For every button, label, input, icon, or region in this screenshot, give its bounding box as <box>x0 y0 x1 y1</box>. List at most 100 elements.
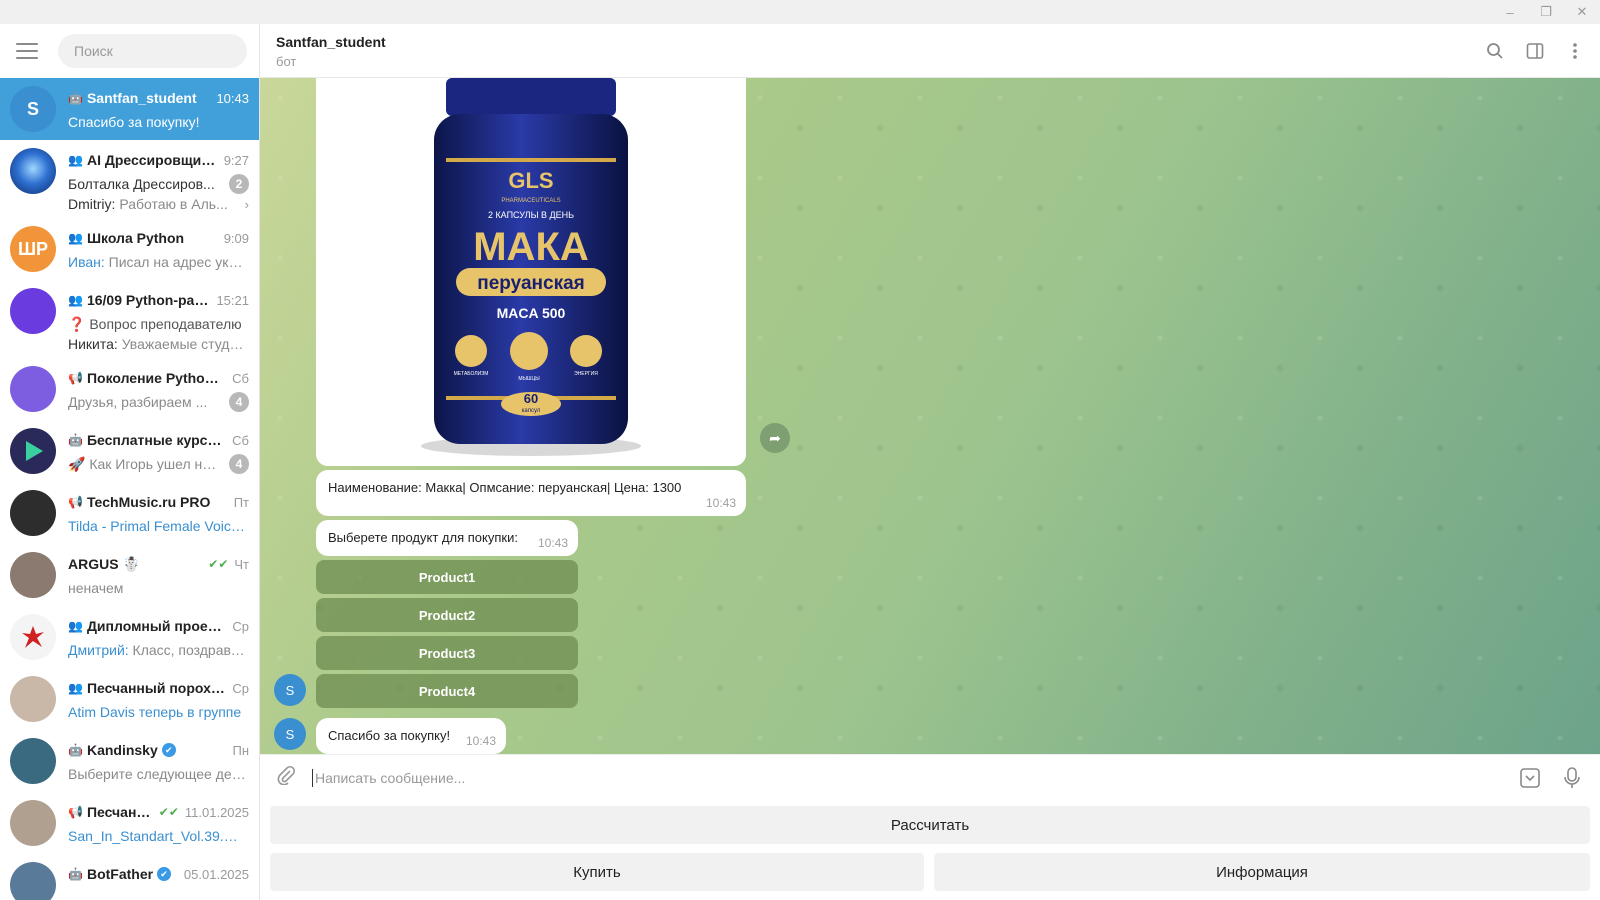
channel-icon: 📢 <box>68 371 83 385</box>
inline-button-product1[interactable]: Product1 <box>316 560 578 594</box>
chat-time: 15:21 <box>216 292 249 308</box>
bot-keyboard-toggle-icon[interactable] <box>1518 766 1542 790</box>
chat-item-generation-python[interactable]: 📢 Поколение Python 🐍 Сб Друзья, разбирае… <box>0 358 259 420</box>
chat-last-message: Класс, поздравля... <box>132 642 249 658</box>
chat-name: Kandinsky <box>86 742 158 758</box>
chat-topic: ❓ Вопрос преподавателю <box>68 315 242 332</box>
window-title-bar: – ❐ ✕ <box>0 0 1600 24</box>
message-sender: Дмитрий: <box>68 642 129 658</box>
chat-item-sand-powder[interactable]: 👥 Песчанный порох С... Ср Atim Davis теп… <box>0 668 259 730</box>
minimize-button[interactable]: – <box>1492 0 1528 24</box>
read-checkmarks-icon: ✔✔ <box>158 805 179 819</box>
count-text: 60 <box>524 391 538 406</box>
microphone-icon[interactable] <box>1560 766 1584 790</box>
avatar: S <box>10 86 56 132</box>
avatar <box>10 614 56 660</box>
chat-name: Santfan_student <box>86 90 197 106</box>
avatar <box>10 428 56 474</box>
chat-item-santfan-student[interactable]: S 🤖 Santfan_student 10:43 Спасибо за пок… <box>0 78 259 140</box>
sender-avatar[interactable]: S <box>274 718 306 750</box>
chat-time: Пт <box>233 494 249 510</box>
message-input[interactable]: Написать сообщение... <box>312 768 1500 787</box>
sender-avatar[interactable]: S <box>274 674 306 706</box>
avatar <box>10 738 56 784</box>
chat-time: Ср <box>232 680 249 696</box>
product-subtitle-text: перуанская <box>477 273 585 294</box>
icon-label-energy: ЭНЕРГИЯ <box>574 371 598 377</box>
chat-item-kandinsky[interactable]: 🤖 Kandinsky ✔ Пн Выберите следующее дейс… <box>0 730 259 792</box>
chat-last-message: неначем <box>68 580 124 596</box>
chevron-right-icon[interactable]: › <box>245 197 249 212</box>
chat-item-argus[interactable]: ARGUS ☃️ ✔✔ Чт неначем <box>0 544 259 606</box>
chat-last-message: Писал на адрес указа... <box>108 254 249 270</box>
avatar: ШР <box>10 226 56 272</box>
chat-item-python-dev[interactable]: 👥 16/09 Python-раз... 15:21 ❓ Вопрос пре… <box>0 280 259 358</box>
restore-button[interactable]: ❐ <box>1528 0 1564 24</box>
group-icon: 👥 <box>68 153 83 167</box>
chat-name: TechMusic.ru PRO <box>86 494 211 510</box>
chat-time: Сб <box>232 370 249 386</box>
red-figure-icon <box>22 626 44 648</box>
chat-header: Santfan_student бот <box>260 24 1600 78</box>
chat-time: Пн <box>232 742 249 758</box>
channel-icon: 📢 <box>68 805 83 819</box>
buy-button[interactable]: Купить <box>270 853 924 891</box>
more-options-icon[interactable] <box>1564 40 1586 62</box>
variant-text: MACA 500 <box>497 305 566 321</box>
chat-time: Чт <box>234 556 249 572</box>
search-input[interactable]: Поиск <box>58 34 247 68</box>
icon-label-metabolism: МЕТАБОЛИЗМ <box>454 371 489 377</box>
chat-time: Сб <box>232 432 249 448</box>
close-button[interactable]: ✕ <box>1564 0 1600 24</box>
unread-badge: 4 <box>229 454 249 474</box>
bot-icon: 🤖 <box>68 743 83 757</box>
chat-item-diploma-project[interactable]: 👥 Дипломный проект... Ср Дмитрий: Класс,… <box>0 606 259 668</box>
message-text: Выберете продукт для покупки: <box>328 530 518 545</box>
chat-last-message: Болталка Дрессиров... <box>68 176 215 192</box>
chat-name: Дипломный проект... <box>86 618 227 634</box>
read-checkmarks-icon: ✔✔ <box>208 557 229 571</box>
chat-item-botfather[interactable]: 🤖 BotFather ✔ 05.01.2025 <box>0 854 259 900</box>
message-sender: Иван: <box>68 254 105 270</box>
inline-button-product4[interactable]: Product4 <box>316 674 578 708</box>
message-text: Спасибо за покупку! <box>328 728 451 743</box>
avatar <box>10 676 56 722</box>
sidebar-toggle-icon[interactable] <box>1524 40 1546 62</box>
hamburger-menu-icon[interactable] <box>16 43 38 59</box>
message-sender: Dmitriy: <box>68 196 116 212</box>
chat-last-message: Выберите следующее дейст... <box>68 766 249 782</box>
chat-item-python-school[interactable]: ШР 👥 Школа Python 9:09 Иван: Писал на ад… <box>0 218 259 280</box>
chat-last-message: Друзья, разбираем ... <box>68 394 208 410</box>
inline-button-product2[interactable]: Product2 <box>316 598 578 632</box>
chat-name: BotFather <box>86 866 154 882</box>
dose-text: 2 КАПСУЛЫ В ДЕНЬ <box>488 210 574 220</box>
chat-item-techmusic[interactable]: 📢 TechMusic.ru PRO Пт Tilda - Primal Fem… <box>0 482 259 544</box>
product-photo[interactable]: GLS PHARMACEUTICALS 2 КАПСУЛЫ В ДЕНЬ МАК… <box>316 78 746 466</box>
chat-last-message: Atim Davis теперь в группе <box>68 704 242 720</box>
group-icon: 👥 <box>68 681 83 695</box>
chat-name: Песчанный порох С... <box>86 680 227 696</box>
chat-last-message: Спасибо за покупку! <box>68 114 200 130</box>
sidebar-top: Поиск <box>0 24 259 78</box>
chat-title[interactable]: Santfan_student <box>276 34 1584 50</box>
avatar <box>10 800 56 846</box>
message-area[interactable]: GLS PHARMACEUTICALS 2 КАПСУЛЫ В ДЕНЬ МАК… <box>260 78 1600 754</box>
icon-label-muscles: МЫШЦЫ <box>518 376 540 382</box>
calculate-button[interactable]: Рассчитать <box>270 806 1590 844</box>
search-icon[interactable] <box>1484 40 1506 62</box>
chat-item-ai-trainer[interactable]: 👥 AI Дрессировщик... 9:27 Болталка Дресс… <box>0 140 259 218</box>
chat-item-sand-channel[interactable]: 📢 Песчанн... ✔✔ 11.01.2025 San_In_Standa… <box>0 792 259 854</box>
chat-name: Поколение Python 🐍 <box>86 369 227 386</box>
chat-item-free-courses[interactable]: 🤖 Бесплатные курсы ... Сб 🚀 Как Игорь уш… <box>0 420 259 482</box>
message-time: 10:43 <box>705 496 736 510</box>
chat-last-message: San_In_Standart_Vol.39.mp3.... <box>68 828 249 844</box>
forward-icon[interactable]: ➦ <box>760 423 790 453</box>
count-unit-text: капсул <box>522 408 541 414</box>
chat-subtitle: бот <box>276 54 297 69</box>
inline-button-product3[interactable]: Product3 <box>316 636 578 670</box>
info-button[interactable]: Информация <box>934 853 1590 891</box>
avatar <box>10 490 56 536</box>
attach-icon[interactable] <box>276 765 298 790</box>
chat-sub-message: Уважаемые студен... <box>121 336 249 352</box>
chat-time: 9:27 <box>223 152 249 168</box>
